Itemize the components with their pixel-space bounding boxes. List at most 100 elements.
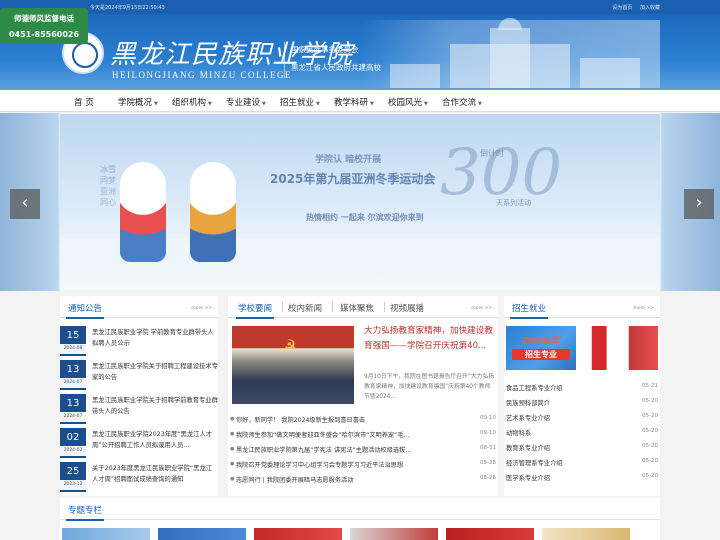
bullet-icon: ●	[230, 446, 235, 452]
notice-link[interactable]: 黑龙江民族职业学院 学前教育专业群带头人拟聘人员公示	[92, 327, 218, 351]
notices-title[interactable]: 通知公告	[65, 302, 105, 319]
admissions-panel: 招生就业 more >> 2024年 招生专业 食品工程系专业介绍 05-21 民…	[504, 296, 660, 496]
special-thumb[interactable]	[62, 528, 150, 540]
admissions-photo[interactable]	[584, 326, 658, 370]
top-links: 设为首页 加入收藏	[606, 4, 660, 11]
feature-news-image[interactable]	[232, 326, 354, 404]
notice-link[interactable]: 黑龙江民族职业学院关于招聘学前教育专业群带头人的公告	[92, 395, 218, 419]
admissions-item[interactable]: 动物科系 05-20	[504, 427, 660, 441]
current-datetime: 今天是2024年9月15日22:50:43	[90, 5, 165, 11]
chevron-down-icon: ▼	[208, 101, 212, 107]
nav-cooperation[interactable]: 合作交流 ▼	[442, 96, 482, 108]
admissions-item[interactable]: 医学系专业介绍 05-20	[504, 472, 660, 486]
special-thumb[interactable]	[350, 528, 438, 540]
bullet-icon: ●	[230, 461, 235, 467]
top-bar: 今天是2024年9月15日22:50:43 设为首页 加入收藏	[0, 0, 720, 14]
date-badge: 13 2024-07	[60, 394, 86, 424]
partner-line-2: 黑龙江省人民政府共建高校	[291, 63, 381, 72]
special-title[interactable]: 专题专栏	[65, 504, 105, 521]
campus-skyline	[360, 18, 660, 88]
notice-item[interactable]: 13 2024-07 黑龙江民族职业学院关于招聘工程建设技术专家的公告	[60, 360, 218, 394]
news-item[interactable]: ● 我院师生参加“做文明便者迎亚冬盛会”哈尔滨市“文明养宠”毛... 09-10	[230, 429, 498, 443]
school-name-en: HEILONGJIANG MINZU COLLEGE	[112, 70, 292, 80]
nav-home[interactable]: 首 页	[74, 96, 94, 108]
notice-item[interactable]: 25 2023-12 关于2023年度黑龙江民族职业学院“黑龙江人才周”招聘面试成…	[60, 462, 218, 496]
date-badge: 13 2024-07	[60, 360, 86, 390]
admissions-item[interactable]: 艺术系专业介绍 05-20	[504, 412, 660, 426]
admissions-more-link[interactable]: more >>	[633, 306, 654, 311]
news-more-link[interactable]: more >>	[471, 306, 492, 311]
banner-next-button[interactable]: ›	[684, 189, 714, 219]
special-thumb[interactable]	[446, 528, 534, 540]
nav-about[interactable]: 学院概况 ▼	[118, 96, 158, 108]
tab-campus-news[interactable]: 校内新闻	[288, 302, 322, 314]
news-item[interactable]: ● 我院召开党委理论学习中心组学习会专题学习习近平法治思想 08-28	[230, 459, 498, 473]
notices-more-link[interactable]: more >>	[191, 306, 212, 311]
feature-news-summary: 9月10日下午，我院在图书馆报告厅召开“大力弘扬教育家精神，加快建设教育强国”庆…	[364, 374, 494, 400]
header-divider	[284, 42, 285, 78]
chevron-down-icon: ▼	[370, 101, 374, 107]
admissions-item[interactable]: 教育系专业介绍 05-20	[504, 442, 660, 456]
special-thumb[interactable]	[542, 528, 630, 540]
banner-caption-2: 热情相约 一起来 尔滨欢迎你来到	[306, 213, 424, 222]
admissions-item[interactable]: 民族预科部简介 05-20	[504, 397, 660, 411]
nav-teaching-research[interactable]: 教学科研 ▼	[334, 96, 374, 108]
countdown-label: 倒计时	[480, 149, 504, 158]
banner-caption-1: 学院认 暗校开展	[315, 155, 382, 165]
tab-school-news[interactable]: 学校要闻	[235, 302, 275, 319]
bullet-icon: ●	[230, 431, 235, 437]
notice-item[interactable]: 13 2024-07 黑龙江民族职业学院关于招聘学前教育专业群带头人的公告	[60, 394, 218, 428]
news-item[interactable]: ● 黑龙江民族职业学院第九届“学宪法 讲宪法”主题活动校级选拔... 08-31	[230, 444, 498, 458]
countdown-series: 天系列活动	[496, 199, 531, 207]
chevron-down-icon: ▼	[154, 101, 158, 107]
banner-prev-button[interactable]: ‹	[10, 189, 40, 219]
add-favorite-link[interactable]: 加入收藏	[640, 5, 660, 11]
date-badge: 02 2024-02	[60, 428, 86, 458]
chevron-down-icon: ▼	[478, 101, 482, 107]
special-columns: 专题专栏	[60, 498, 660, 540]
date-badge: 15 2024-08	[60, 326, 86, 356]
notice-item[interactable]: 02 2024-02 黑龙江民族职业学院2023年度“黑龙江人才周”公开招聘工作人…	[60, 428, 218, 462]
main-nav: 首 页 学院概况 ▼ 组织机构 ▼ 专业建设 ▼ 招生就业 ▼ 教学科研 ▼ 校园风光 ▼ …	[0, 90, 720, 112]
date-badge: 25 2023-12	[60, 462, 86, 492]
hotline-label: 师德师风监督电话	[14, 14, 74, 23]
nav-programs[interactable]: 专业建设 ▼	[226, 96, 266, 108]
banner-headline: 2025年第九届亚洲冬季运动会	[270, 172, 436, 186]
notices-panel: 通知公告 more >> 15 2024-08 黑龙江民族职业学院 学前教育专业群…	[60, 296, 218, 496]
notice-link[interactable]: 黑龙江民族职业学院关于招聘工程建设技术专家的公告	[92, 361, 218, 385]
notice-link[interactable]: 黑龙江民族职业学院2023年度“黑龙江人才周”公开招聘工作人员拟录用人员...	[92, 429, 218, 453]
chevron-down-icon: ▼	[262, 101, 266, 107]
admissions-item[interactable]: 食品工程系专业介绍 05-21	[504, 382, 660, 396]
notice-item[interactable]: 15 2024-08 黑龙江民族职业学院 学前教育专业群带头人拟聘人员公示	[60, 326, 218, 360]
set-homepage-link[interactable]: 设为首页	[612, 5, 632, 11]
special-thumb[interactable]	[158, 528, 246, 540]
nav-admissions[interactable]: 招生就业 ▼	[280, 96, 320, 108]
feature-news-title[interactable]: 大力弘扬教育家精神，加快建设教育强国——学院召开庆祝第40...	[364, 324, 494, 369]
chevron-down-icon: ▼	[424, 101, 428, 107]
ethics-hotline-badge[interactable]: 师德师风监督电话 0451-85560026	[0, 8, 88, 44]
admissions-item[interactable]: 经济管理系专业介绍 05-20	[504, 457, 660, 471]
bullet-icon: ●	[230, 476, 235, 482]
admissions-banner-image[interactable]: 2024年 招生专业	[506, 326, 576, 370]
site-header: 黑龙江民族职业学院 HEILONGJIANG MINZU COLLEGE 国家民…	[0, 14, 720, 90]
news-item[interactable]: ● 你好，新同学！ 我院2024级新生报到喜日喜击 09-10	[230, 414, 498, 428]
news-item[interactable]: ● 志愿同行 | 我院团委开展暗马志愿服务活动 08-26	[230, 474, 498, 488]
hero-banner[interactable]: 冰雪同梦 亚洲同心 学院认 暗校开展 2025年第九届亚洲冬季运动会 热情相约 …	[60, 114, 660, 290]
tab-video[interactable]: 视频展播	[390, 302, 424, 314]
partner-line-1: 国家民族事务委员会	[291, 45, 359, 54]
news-panel: 学校要闻 校内新闻 媒体聚焦 视频展播 more >> 大力弘扬教育家精神，加快…	[228, 296, 498, 496]
chevron-left-icon: ‹	[21, 192, 29, 213]
tab-media-focus[interactable]: 媒体聚焦	[340, 302, 374, 314]
admissions-title[interactable]: 招生就业	[509, 302, 549, 319]
news-tabs: 学校要闻 校内新闻 媒体聚焦 视频展播 more >>	[228, 296, 498, 319]
nav-campus[interactable]: 校园风光 ▼	[388, 96, 428, 108]
mascot-image-1	[120, 162, 166, 262]
chevron-down-icon: ▼	[316, 101, 320, 107]
notice-link[interactable]: 关于2023年度黑龙江民族职业学院“黑龙江人才周”招聘面试成绩查询的通知	[92, 463, 218, 487]
hotline-phone: 0451-85560026	[8, 30, 80, 39]
special-thumb[interactable]	[254, 528, 342, 540]
banner-slogan: 冰雪同梦 亚洲同心	[100, 165, 116, 207]
nav-organization[interactable]: 组织机构 ▼	[172, 96, 212, 108]
mascot-image-2	[190, 162, 236, 262]
bullet-icon: ●	[230, 416, 235, 422]
